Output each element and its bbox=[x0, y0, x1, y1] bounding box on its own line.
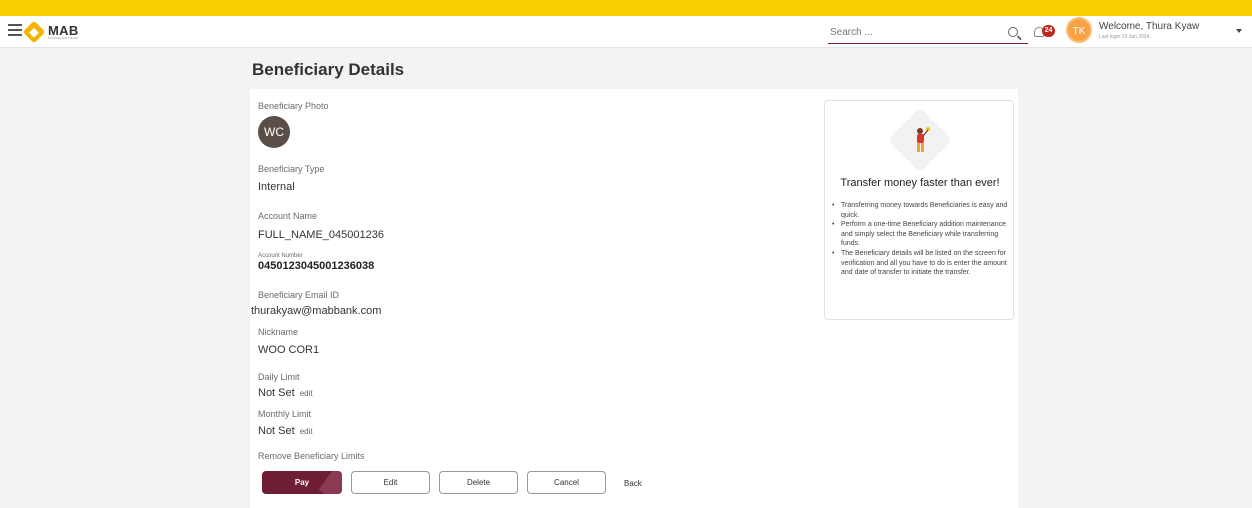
chevron-down-icon[interactable] bbox=[1236, 29, 1242, 33]
page-title: Beneficiary Details bbox=[252, 60, 405, 79]
remove-limits-link[interactable]: Remove Beneficiary Limits bbox=[258, 451, 365, 461]
user-avatar[interactable]: TK bbox=[1066, 17, 1092, 43]
logo-mark-icon bbox=[22, 20, 46, 44]
beneficiary-avatar: WC bbox=[258, 116, 290, 148]
back-button[interactable]: Back bbox=[624, 479, 642, 488]
nickname-label: Nickname bbox=[258, 327, 299, 337]
daily-limit-value: Not Set bbox=[258, 387, 295, 399]
pay-button-label: Pay bbox=[294, 478, 310, 487]
info-list: Transferring money towards Beneficiaries… bbox=[831, 201, 1011, 278]
info-panel: Transfer money faster than ever! Transfe… bbox=[824, 100, 1014, 320]
monthly-limit-edit-link[interactable]: edit bbox=[300, 427, 313, 436]
edit-button[interactable]: Edit bbox=[351, 471, 430, 494]
account-number-value: 0450123045001236038 bbox=[258, 260, 375, 272]
cancel-button[interactable]: Cancel bbox=[527, 471, 606, 494]
search-icon[interactable] bbox=[1008, 27, 1018, 37]
account-name-value: FULL_NAME_045001236 bbox=[258, 229, 384, 241]
info-point: Transferring money towards Beneficiaries… bbox=[831, 201, 1011, 220]
notifications-button[interactable]: 24 bbox=[1034, 25, 1055, 41]
menu-icon[interactable] bbox=[8, 24, 22, 36]
delete-button[interactable]: Delete bbox=[439, 471, 518, 494]
photo-label: Beneficiary Photo bbox=[258, 101, 329, 111]
account-number-label: Account Number bbox=[258, 253, 303, 259]
monthly-limit-value: Not Set bbox=[258, 425, 295, 437]
bank-logo[interactable]: MAB MYANMA APEX BANK bbox=[22, 20, 79, 44]
info-title: Transfer money faster than ever! bbox=[840, 177, 1000, 189]
email-value: thurakyaw@mabbank.com bbox=[251, 305, 382, 317]
welcome-text: Welcome, Thura Kyaw bbox=[1099, 21, 1200, 32]
daily-limit-label: Daily Limit bbox=[258, 372, 300, 382]
logo-subtext: MYANMA APEX BANK bbox=[48, 35, 79, 40]
search-box bbox=[828, 22, 1028, 44]
pay-button[interactable]: Pay bbox=[262, 471, 342, 494]
notification-badge: 24 bbox=[1042, 25, 1055, 37]
logo-text: MAB bbox=[48, 22, 79, 38]
type-value: Internal bbox=[258, 181, 295, 193]
email-label: Beneficiary Email ID bbox=[258, 290, 340, 300]
app-header: MAB MYANMA APEX BANK 24 bbox=[0, 16, 1252, 48]
monthly-limit-label: Monthly Limit bbox=[258, 409, 312, 419]
monthly-limit-row: Not Set edit bbox=[258, 425, 313, 437]
type-label: Beneficiary Type bbox=[258, 164, 325, 174]
last-login-text: Last login 23 Jan 2024, bbox=[1099, 34, 1151, 40]
search-input[interactable] bbox=[828, 22, 998, 43]
info-point: The Beneficiary details will be listed o… bbox=[831, 249, 1011, 278]
transfer-illustration-icon bbox=[917, 127, 930, 152]
account-name-label: Account Name bbox=[258, 211, 318, 221]
daily-limit-edit-link[interactable]: edit bbox=[300, 389, 313, 398]
daily-limit-row: Not Set edit bbox=[258, 387, 313, 399]
nickname-value: WOO COR1 bbox=[258, 344, 320, 356]
top-accent-bar bbox=[0, 0, 1252, 16]
info-point: Perform a one-time Beneficiary addition … bbox=[831, 220, 1011, 249]
